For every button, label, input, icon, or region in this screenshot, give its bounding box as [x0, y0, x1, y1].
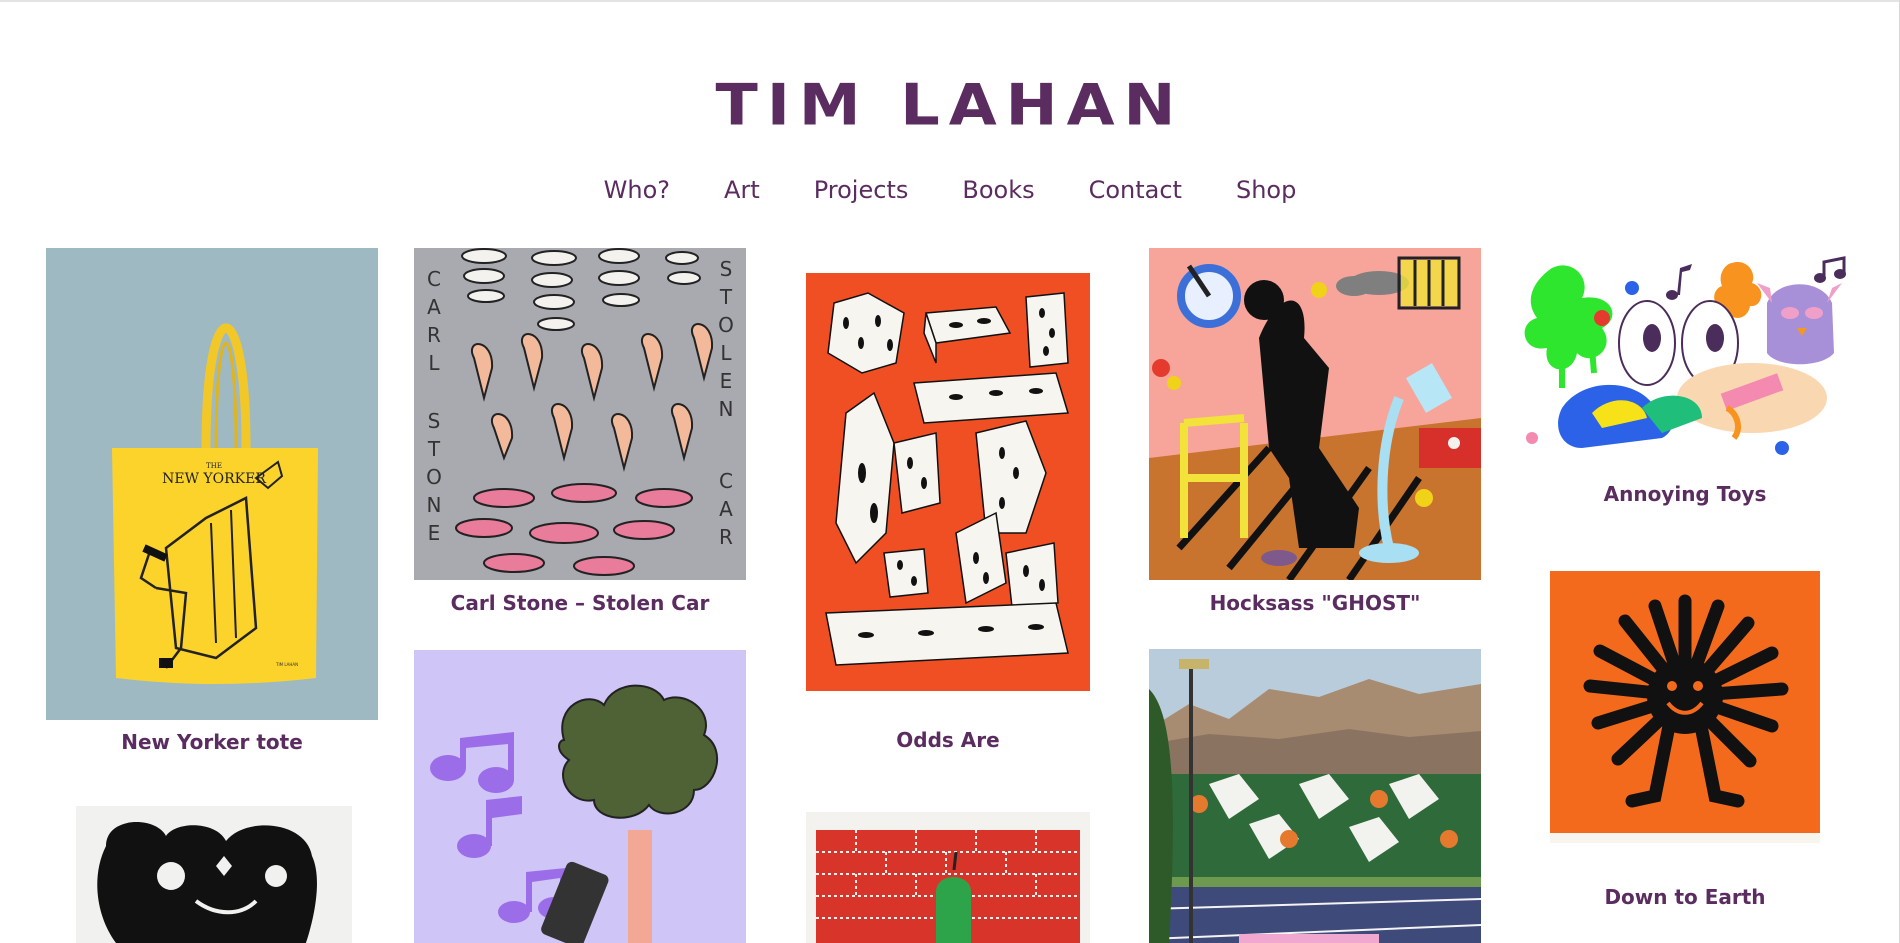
- top-border: [0, 0, 1900, 2]
- main-nav: Who? Art Projects Books Contact Shop: [0, 176, 1900, 204]
- odds-are-image: [806, 273, 1090, 691]
- artwork-hocksass-ghost[interactable]: [1149, 248, 1481, 580]
- caption-carl-stone[interactable]: Carl Stone – Stolen Car: [414, 591, 746, 615]
- tote-signature: TIM LAHAN: [275, 662, 298, 667]
- artwork-new-yorker-tote[interactable]: THE NEW YORKER TIM LAHAN: [46, 248, 378, 720]
- letter: A: [427, 295, 441, 319]
- letter: A: [719, 497, 733, 521]
- artwork-black-shapes[interactable]: [76, 806, 352, 943]
- site-logo[interactable]: TIM LAHAN: [0, 71, 1900, 138]
- nav-projects[interactable]: Projects: [814, 176, 909, 204]
- caption-annoying-toys[interactable]: Annoying Toys: [1519, 482, 1851, 506]
- letter: S: [428, 409, 441, 433]
- letter: E: [428, 521, 441, 545]
- caption-new-yorker-tote[interactable]: New Yorker tote: [46, 730, 378, 754]
- brick-apple-image: [806, 812, 1090, 943]
- letter: T: [427, 437, 441, 461]
- artwork-tennis-court[interactable]: [1149, 649, 1481, 943]
- nav-shop[interactable]: Shop: [1236, 176, 1296, 204]
- annoying-toys-image: [1522, 248, 1848, 470]
- letter: C: [719, 469, 733, 493]
- artwork-carl-stone[interactable]: C A R L S T O N E S T O L E N C A R: [414, 248, 746, 580]
- nav-books[interactable]: Books: [962, 176, 1034, 204]
- nav-art[interactable]: Art: [724, 176, 760, 204]
- letter: R: [427, 323, 441, 347]
- nav-contact[interactable]: Contact: [1089, 176, 1182, 204]
- letter: L: [720, 341, 732, 365]
- artwork-odds-are[interactable]: [806, 273, 1090, 691]
- tote-text-sub: THE: [206, 462, 222, 470]
- tennis-court-image: [1149, 649, 1481, 943]
- letter: T: [719, 285, 733, 309]
- carl-stone-image: C A R L S T O N E S T O L E N C A R: [414, 248, 746, 580]
- letter: O: [426, 465, 442, 489]
- tote-text: NEW YORKER: [162, 471, 266, 487]
- caption-down-to-earth[interactable]: Down to Earth: [1519, 885, 1851, 909]
- letter: R: [719, 525, 733, 549]
- tote-image: THE NEW YORKER TIM LAHAN: [46, 248, 378, 720]
- letter: E: [720, 369, 733, 393]
- hocksass-ghost-image: [1149, 248, 1481, 580]
- letter: L: [428, 351, 440, 375]
- artwork-brick-apple[interactable]: [806, 812, 1090, 943]
- black-shapes-image: [76, 806, 352, 943]
- letter: N: [427, 493, 442, 517]
- artwork-music-tree[interactable]: [414, 650, 746, 943]
- letter: O: [718, 313, 734, 337]
- nav-who[interactable]: Who?: [604, 176, 670, 204]
- down-to-earth-image: [1550, 571, 1820, 843]
- letter: C: [427, 267, 441, 291]
- letter: S: [720, 257, 733, 281]
- artwork-down-to-earth[interactable]: [1550, 571, 1820, 843]
- music-tree-image: [414, 650, 746, 943]
- artwork-annoying-toys[interactable]: [1522, 248, 1848, 470]
- letter: N: [719, 397, 734, 421]
- caption-odds-are[interactable]: Odds Are: [782, 728, 1114, 752]
- caption-hocksass-ghost[interactable]: Hocksass "GHOST": [1149, 591, 1481, 615]
